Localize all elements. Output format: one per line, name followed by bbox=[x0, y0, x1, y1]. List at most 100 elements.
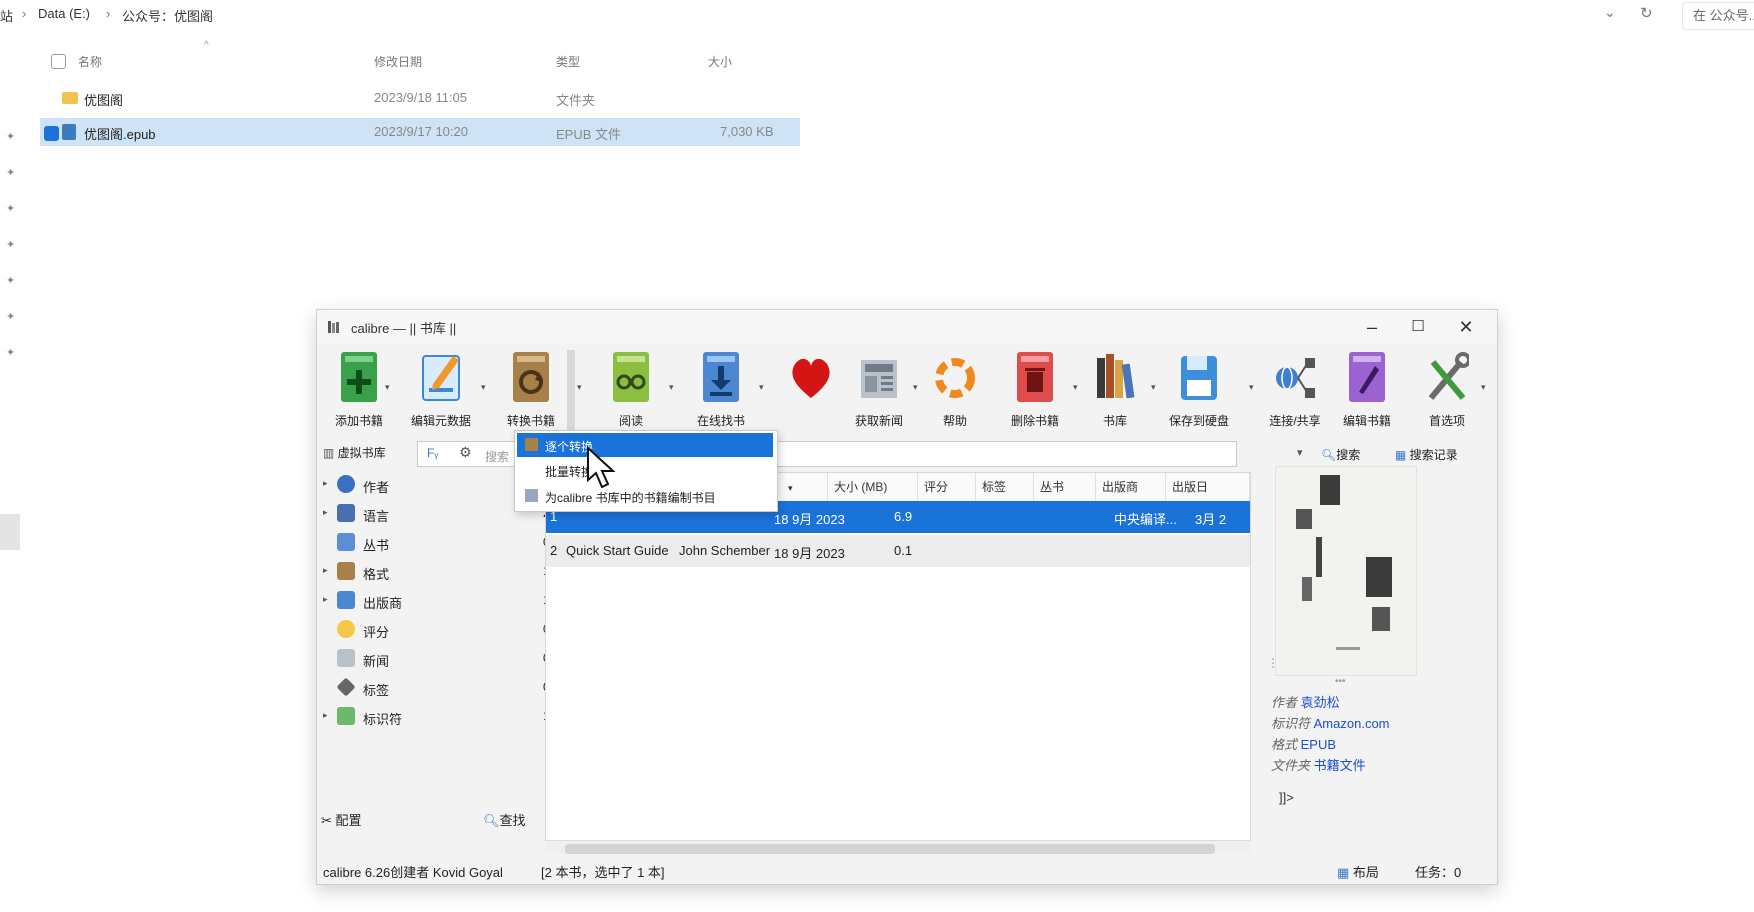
column-pubdate[interactable]: 出版日 bbox=[1166, 473, 1250, 501]
sort-down-icon: ▾ bbox=[788, 483, 793, 493]
refresh-icon[interactable]: ↻ bbox=[1640, 4, 1653, 22]
chevron-down-icon[interactable]: ▾ bbox=[1297, 446, 1303, 459]
layout-icon: ▦ bbox=[1337, 865, 1353, 880]
chevron-down-icon[interactable]: ▾ bbox=[669, 382, 674, 393]
read-button[interactable]: 阅读 bbox=[589, 346, 669, 436]
configure-button[interactable]: ✂︎ 配置 bbox=[321, 810, 362, 829]
convert-book-button[interactable]: 转换书籍 bbox=[489, 346, 569, 436]
get-books-button[interactable]: 在线找书 bbox=[679, 346, 759, 436]
sidebar-item-identifiers[interactable]: ▸ 标识符 1 bbox=[323, 702, 559, 733]
expand-arrow-icon[interactable]: ▸ bbox=[323, 594, 328, 605]
gear-icon[interactable]: ⚙ bbox=[459, 444, 472, 461]
edit-metadata-button[interactable]: 编辑元数据 bbox=[399, 346, 479, 436]
preferences-button[interactable]: 首选项 bbox=[1405, 346, 1485, 436]
library-button[interactable]: 书库 bbox=[1073, 346, 1153, 436]
remove-books-button[interactable]: 删除书籍 bbox=[993, 346, 1073, 436]
book-cover[interactable] bbox=[1275, 466, 1417, 676]
column-type[interactable]: 类型 bbox=[556, 53, 580, 70]
identifier-link[interactable]: Amazon.com bbox=[1314, 716, 1390, 731]
sidebar-item-formats[interactable]: ▸ 格式 1 bbox=[323, 557, 559, 588]
expand-arrow-icon[interactable]: ▸ bbox=[323, 565, 328, 576]
column-name[interactable]: 名称 bbox=[78, 53, 102, 70]
chevron-down-icon[interactable]: ▾ bbox=[577, 382, 582, 393]
sidebar-item-rating[interactable]: 评分 0 bbox=[323, 615, 559, 646]
sidebar-label: 语言 bbox=[363, 509, 390, 524]
splitter-handle[interactable]: ••• bbox=[1335, 676, 1346, 687]
breadcrumb-drive[interactable]: Data (E:) bbox=[38, 6, 90, 21]
column-date[interactable]: 修改日期 bbox=[374, 53, 422, 70]
sort-icon[interactable]: Fᵧ bbox=[427, 446, 438, 460]
column-publisher[interactable]: 出版商 bbox=[1096, 473, 1166, 501]
library-label: 书库 bbox=[1102, 414, 1127, 428]
minimize-button[interactable]: – bbox=[1349, 312, 1395, 342]
edit-book-label: 编辑书籍 bbox=[1342, 414, 1391, 428]
chevron-down-icon[interactable]: ▾ bbox=[1481, 382, 1486, 393]
table-row[interactable]: 2 Quick Start Guide John Schember 18 9月 … bbox=[546, 535, 1250, 567]
search-button[interactable]: 🔍︎搜索 bbox=[1321, 446, 1360, 463]
sidebar-item-tags[interactable]: 标签 0 bbox=[323, 673, 559, 704]
file-name: 优图阁.epub bbox=[84, 127, 156, 142]
column-size[interactable]: 大小 (MB) bbox=[828, 473, 918, 501]
row-number: 2 bbox=[550, 543, 558, 558]
detail-identifier: 标识符 Amazon.com bbox=[1271, 716, 1390, 731]
column-tags[interactable]: 标签 bbox=[976, 473, 1034, 501]
book-size: 0.1 bbox=[894, 543, 913, 558]
breadcrumb-root[interactable]: 站 bbox=[0, 6, 13, 25]
file-row[interactable]: 优图阁 2023/9/18 11:05 文件夹 bbox=[40, 84, 800, 112]
pin-icon: ✦ bbox=[6, 239, 16, 251]
save-to-disk-button[interactable]: 保存到硬盘 bbox=[1157, 346, 1237, 436]
sidebar-label: 格式 bbox=[363, 567, 390, 582]
format-icon bbox=[337, 562, 355, 580]
nav-scroll-indicator[interactable] bbox=[0, 514, 20, 550]
library-icon: ▥ bbox=[323, 446, 338, 460]
detail-folder: 文件夹 书籍文件 bbox=[1271, 758, 1366, 773]
saved-search-icon: ▦ bbox=[1395, 448, 1410, 462]
jobs-indicator[interactable]: 任务：0 bbox=[1415, 862, 1461, 881]
expand-arrow-icon[interactable]: ▸ bbox=[323, 478, 328, 489]
edit-book-button[interactable]: 编辑书籍 bbox=[1325, 346, 1405, 436]
connect-share-button[interactable]: 连接/共享 bbox=[1253, 346, 1333, 436]
find-button[interactable]: 🔍︎查找 bbox=[483, 810, 526, 829]
file-row-selected[interactable]: 优图阁.epub 2023/9/17 10:20 EPUB 文件 7,030 K… bbox=[40, 118, 800, 146]
explorer-search-box[interactable]: 在 公众号... bbox=[1682, 2, 1754, 30]
select-all-checkbox[interactable] bbox=[51, 54, 66, 69]
details-more[interactable]: ]]> bbox=[1279, 790, 1294, 805]
expand-arrow-icon[interactable]: ▸ bbox=[323, 507, 328, 518]
connect-icon bbox=[1276, 358, 1315, 398]
menu-item-convert-individually[interactable]: 逐个转换 bbox=[517, 433, 773, 457]
maximize-button[interactable]: ☐ bbox=[1395, 312, 1441, 342]
sidebar-item-publishers[interactable]: ▸ 出版商 1 bbox=[323, 586, 559, 617]
edit-book-icon bbox=[1349, 352, 1385, 402]
column-series[interactable]: 丛书 bbox=[1034, 473, 1096, 501]
menu-item-create-catalog[interactable]: 为calibre 书库中的书籍编制书目 bbox=[517, 484, 773, 508]
chevron-down-icon[interactable]: ▾ bbox=[1151, 382, 1156, 393]
explorer-address-bar: 站 › Data (E:) › 公众号：优图阁 ⌄ ↻ 在 公众号... bbox=[0, 0, 1754, 30]
book-title: Quick Start Guide bbox=[566, 543, 669, 558]
folder-link[interactable]: 书籍文件 bbox=[1314, 758, 1366, 773]
column-size[interactable]: 大小 bbox=[708, 53, 732, 70]
mouse-cursor-icon bbox=[587, 446, 616, 489]
close-button[interactable]: ✕ bbox=[1443, 312, 1489, 342]
expand-arrow-icon[interactable]: ▸ bbox=[323, 710, 328, 721]
format-link[interactable]: EPUB bbox=[1301, 737, 1336, 752]
chevron-down-icon[interactable]: ⌄ bbox=[1604, 4, 1616, 21]
column-rating[interactable]: 评分 bbox=[918, 473, 976, 501]
sidebar-item-series[interactable]: 丛书 0 bbox=[323, 528, 559, 559]
pin-icon: ✦ bbox=[6, 275, 16, 287]
help-button[interactable]: 帮助 bbox=[913, 346, 993, 436]
fetch-news-button[interactable]: 获取新闻 bbox=[837, 346, 917, 436]
saved-search-button[interactable]: ▦ 搜索记录 bbox=[1395, 446, 1458, 463]
chevron-down-icon[interactable]: ▾ bbox=[481, 382, 486, 393]
breadcrumb-folder[interactable]: 公众号：优图阁 bbox=[122, 6, 213, 25]
author-link[interactable]: 袁劲松 bbox=[1301, 695, 1340, 710]
scrollbar-thumb[interactable] bbox=[565, 844, 1215, 854]
folder-icon bbox=[62, 92, 78, 104]
virtual-library-button[interactable]: ▥ 虚拟书库 bbox=[323, 444, 386, 461]
row-checkbox[interactable] bbox=[44, 126, 59, 141]
layout-button[interactable]: ▦ 布局 bbox=[1337, 862, 1379, 881]
menu-item-bulk-convert[interactable]: 批量转换 bbox=[517, 458, 773, 482]
add-book-icon bbox=[341, 352, 377, 402]
chevron-down-icon[interactable]: ▾ bbox=[759, 382, 764, 393]
sidebar-item-news[interactable]: 新闻 0 bbox=[323, 644, 559, 675]
chevron-down-icon[interactable]: ▾ bbox=[385, 382, 390, 393]
